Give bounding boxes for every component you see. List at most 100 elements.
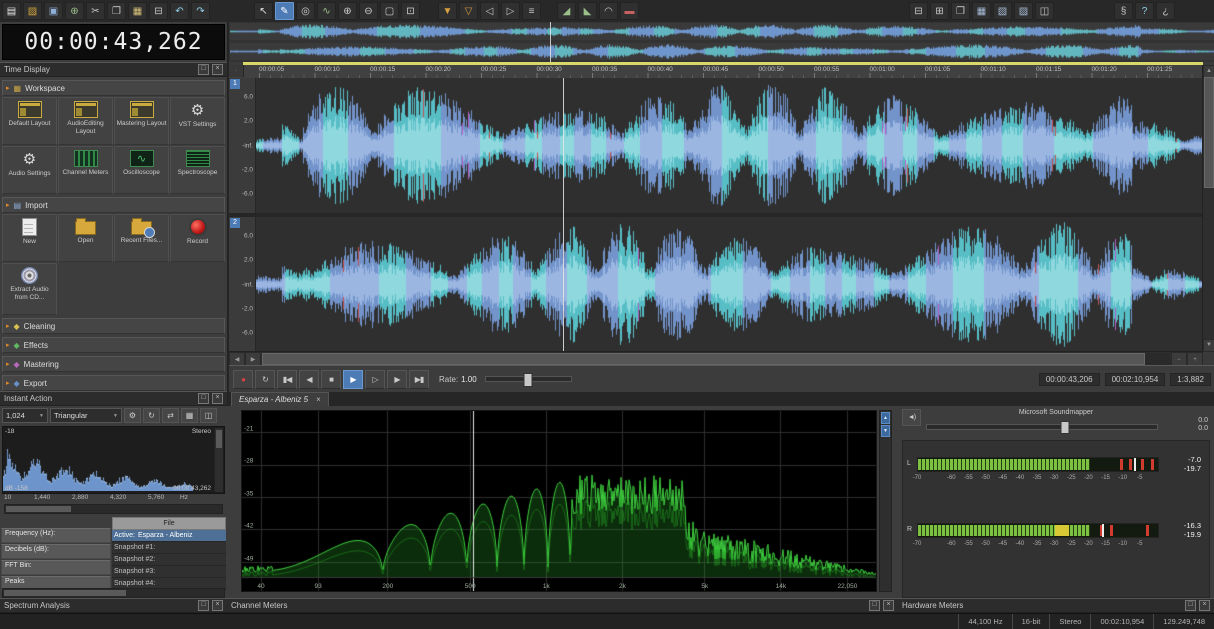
paste-icon[interactable]: ▦	[128, 2, 147, 20]
vst-settings-button[interactable]: ⚙ VST Settings	[170, 97, 225, 145]
workspace-c-icon[interactable]: ▨	[1014, 2, 1033, 20]
fade-out-icon[interactable]: ◣	[578, 2, 597, 20]
play-all-button[interactable]: ▷	[365, 369, 385, 389]
time-ruler[interactable]: · 00:00:05 00:00:10 00:00:15 00:00:20 00:00:…	[229, 65, 1203, 79]
undo-icon[interactable]: ↶	[170, 2, 189, 20]
previous-button[interactable]: ◀	[299, 369, 319, 389]
scroll-down-icon[interactable]: ▼	[881, 425, 890, 437]
extract-audio-from-cd-button[interactable]: Extract Audio from CD...	[2, 263, 57, 315]
snapshot-icon[interactable]: ◫	[1035, 2, 1054, 20]
audioediting-layout-button[interactable]: AudioEditing Layout	[58, 97, 113, 145]
cascade-icon[interactable]: ❐	[951, 2, 970, 20]
loop-playback-button[interactable]: ↻	[255, 369, 275, 389]
script-icon[interactable]: §	[1114, 2, 1133, 20]
mastering-layout-button[interactable]: Mastering Layout	[114, 97, 169, 145]
waveform-channel-2[interactable]	[255, 218, 1203, 351]
section-mastering[interactable]: ▸ ◆ Mastering	[2, 356, 225, 372]
copy-icon[interactable]: ❐	[107, 2, 126, 20]
spectrum-bottom-scrollbar[interactable]	[2, 588, 225, 598]
close-button[interactable]: ×	[883, 600, 894, 611]
settings-button[interactable]: ⚙	[124, 408, 141, 423]
file-overview[interactable]	[228, 22, 1214, 62]
snapshot-row[interactable]: Snapshot #2:	[112, 554, 226, 566]
spectroscope-button[interactable]: Spectroscope	[170, 146, 225, 194]
close-button[interactable]: ×	[212, 64, 223, 75]
scroll-down-icon[interactable]: ▼	[1203, 339, 1214, 352]
section-export[interactable]: ▸ ◆ Export	[2, 375, 225, 391]
audio-settings-button[interactable]: ⚙ Audio Settings	[2, 146, 57, 194]
insert-region-icon[interactable]: ▽	[459, 2, 478, 20]
drop-marker-icon[interactable]: ▼	[438, 2, 457, 20]
horizontal-scroll-track[interactable]	[262, 353, 1170, 365]
play-button[interactable]: ▶	[343, 369, 363, 389]
float-button[interactable]: □	[198, 600, 209, 611]
edit-tool-icon[interactable]: ✎	[275, 2, 294, 20]
workspace-section-header[interactable]: ▸ ▦ Workspace	[2, 80, 225, 96]
go-to-start-button[interactable]: ▮◀	[277, 369, 297, 389]
magnify-tool-icon[interactable]: ◎	[296, 2, 315, 20]
fade-in-icon[interactable]: ◢	[557, 2, 576, 20]
horizontal-scroll-handle[interactable]	[262, 353, 1145, 365]
workspace-a-icon[interactable]: ▦	[972, 2, 991, 20]
float-button[interactable]: □	[1185, 600, 1196, 611]
open-icon[interactable]: ▨	[23, 2, 42, 20]
tile-vertical-icon[interactable]: ⊞	[930, 2, 949, 20]
zoom-in-icon[interactable]: ⊕	[338, 2, 357, 20]
new-icon[interactable]: ▤	[2, 2, 21, 20]
overview-waveform-left[interactable]	[230, 23, 1214, 40]
pencil-tool-icon[interactable]: ∿	[317, 2, 336, 20]
scroll-up-icon[interactable]: ▲	[881, 412, 890, 424]
tile-horizontal-icon[interactable]: ⊟	[909, 2, 928, 20]
active-file-row[interactable]: Active: Esparza - Albeniz	[112, 530, 226, 542]
stop-button[interactable]: ■	[321, 369, 341, 389]
marker-list-icon[interactable]: ≡	[522, 2, 541, 20]
channel-meters-scrollbar[interactable]: ▲ ▼	[879, 410, 892, 592]
zoom-selection-icon[interactable]: ▢	[380, 2, 399, 20]
waveform-channel-1[interactable]	[255, 79, 1203, 212]
rate-slider-handle[interactable]	[523, 373, 533, 387]
mute-icon[interactable]: ▬	[620, 2, 639, 20]
float-button[interactable]: □	[198, 64, 209, 75]
selection-tool-icon[interactable]: ↖	[254, 2, 273, 20]
workspace-b-icon[interactable]: ▧	[993, 2, 1012, 20]
spectrum-hscrollbar[interactable]	[4, 504, 223, 514]
section-effects[interactable]: ▸ ◆ Effects	[2, 337, 225, 353]
redo-icon[interactable]: ↷	[191, 2, 210, 20]
context-help-icon[interactable]: ¿	[1156, 2, 1175, 20]
grid-button[interactable]: ▦	[181, 408, 198, 423]
gain-slider-handle[interactable]	[1060, 421, 1070, 434]
playhead-cursor[interactable]	[563, 78, 564, 352]
channel-meters-button[interactable]: Channel Meters	[58, 146, 113, 194]
overview-waveform-right[interactable]	[230, 43, 1214, 60]
snapshot-button[interactable]: ◫	[200, 408, 217, 423]
float-button[interactable]: □	[198, 393, 209, 404]
output-gain-slider[interactable]	[926, 421, 1158, 434]
close-button[interactable]: ×	[1199, 600, 1210, 611]
vertical-scrollbar[interactable]: ▲ ▼	[1202, 65, 1214, 352]
tab-close-icon[interactable]: ×	[316, 395, 321, 404]
ruler-corner-button[interactable]: ·	[229, 65, 244, 77]
section-cleaning[interactable]: ▸ ◆ Cleaning	[2, 318, 225, 334]
horizontal-scrollbar[interactable]: ◀ ▶ − +	[229, 351, 1203, 367]
new-button[interactable]: New	[2, 214, 57, 262]
prev-marker-icon[interactable]: ◁	[480, 2, 499, 20]
close-button[interactable]: ×	[212, 600, 223, 611]
snapshot-row[interactable]: Snapshot #3:	[112, 566, 226, 578]
publish-icon[interactable]: ⊕	[65, 2, 84, 20]
trim-icon[interactable]: ⊟	[149, 2, 168, 20]
help-icon[interactable]: ?	[1135, 2, 1154, 20]
snapshot-row[interactable]: Snapshot #1:	[112, 542, 226, 554]
default-layout-button[interactable]: Default Layout	[2, 97, 57, 145]
vertical-scroll-handle[interactable]	[1204, 77, 1214, 189]
fft-size-select[interactable]: 1,024 ▼	[2, 408, 48, 423]
record-button[interactable]: ●	[233, 369, 253, 389]
zoom-normal-icon[interactable]: ⊡	[401, 2, 420, 20]
open-button[interactable]: Open	[58, 214, 113, 262]
float-button[interactable]: □	[869, 600, 880, 611]
recent-files-button[interactable]: Recent Files...	[114, 214, 169, 262]
save-icon[interactable]: ▣	[44, 2, 63, 20]
record-button[interactable]: Record	[170, 214, 225, 262]
rate-slider[interactable]	[484, 373, 572, 387]
close-button[interactable]: ×	[212, 393, 223, 404]
document-tab[interactable]: Esparza - Albeniz 5 ×	[231, 392, 329, 407]
